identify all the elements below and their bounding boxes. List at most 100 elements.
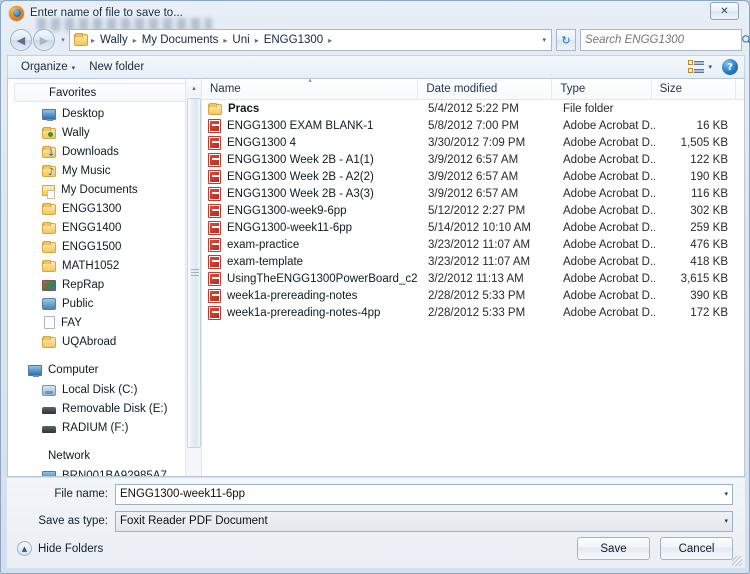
- file-name-label: Pracs: [228, 102, 260, 115]
- file-size-cell: 172 KB: [690, 306, 728, 319]
- sidebar-item-removable-disk-e[interactable]: Removable Disk (E:): [8, 399, 201, 418]
- help-icon[interactable]: ?: [722, 59, 738, 75]
- search-input[interactable]: [585, 34, 741, 46]
- recent-locations-button[interactable]: ▾: [57, 36, 69, 44]
- file-name-cell: ENGG1300 EXAM BLANK-1: [202, 118, 420, 133]
- table-row[interactable]: Pracs 5/4/2012 5:22 PM File folder: [202, 100, 744, 117]
- sidebar-item-wally[interactable]: Wally: [8, 123, 201, 142]
- network-computer-icon: [42, 471, 56, 476]
- back-button[interactable]: ◀: [10, 29, 32, 51]
- folder-icon: [42, 222, 56, 234]
- search-box[interactable]: [580, 29, 750, 51]
- pdf-icon: [208, 186, 221, 201]
- scroll-up-arrow-icon[interactable]: ▴: [186, 79, 201, 96]
- file-name-label: ENGG1300 4: [227, 136, 297, 149]
- chevron-down-icon[interactable]: ▾: [718, 490, 728, 498]
- table-row[interactable]: week1a-prereading-notes 2/28/2012 5:33 PM…: [202, 287, 744, 304]
- table-row[interactable]: ENGG1300-week9-6pp 5/12/2012 2:27 PM Adobe…: [202, 202, 744, 219]
- sidebar-item-label: BRN001BA92985A7: [62, 469, 167, 477]
- breadcrumb-separator: ▸: [254, 35, 259, 45]
- file-size-cell: 116 KB: [691, 187, 728, 200]
- savetype-select[interactable]: Foxit Reader PDF Document ▾: [115, 510, 733, 532]
- filename-row: File name: ENGG1300-week11-6pp ▾: [7, 483, 745, 505]
- removable-drive-icon: [42, 426, 56, 433]
- file-type-cell: Adobe Acrobat D...: [563, 272, 655, 285]
- save-button[interactable]: Save: [577, 537, 650, 560]
- savetype-value: Foxit Reader PDF Document: [120, 515, 268, 527]
- resize-grip[interactable]: [732, 556, 742, 566]
- sidebar-item-label: RADIUM (F:): [62, 421, 129, 434]
- sidebar-item-engg1400[interactable]: ENGG1400: [8, 218, 201, 237]
- sidebar-group-favorites[interactable]: Favorites: [14, 83, 187, 102]
- breadcrumb-item-my-documents[interactable]: My Documents: [140, 34, 221, 46]
- sidebar-item-label: Local Disk (C:): [62, 383, 138, 396]
- pdf-icon: [208, 254, 221, 269]
- sidebar-item-downloads[interactable]: Downloads: [8, 142, 201, 161]
- table-row[interactable]: ENGG1300-week11-6pp 5/14/2012 10:10 AM Ado…: [202, 219, 744, 236]
- pdf-icon: [208, 135, 221, 150]
- sidebar-item-label: Desktop: [62, 107, 105, 120]
- downloads-folder-icon: [42, 146, 56, 159]
- sidebar-item-desktop[interactable]: Desktop: [8, 104, 201, 123]
- organize-button[interactable]: Organize ▾: [14, 58, 82, 76]
- sidebar-item-brn001ba92985a7[interactable]: BRN001BA92985A7: [8, 466, 201, 476]
- table-row[interactable]: week1a-prereading-notes-4pp 2/28/2012 5:3…: [202, 304, 744, 321]
- hide-folders-button[interactable]: ▲ Hide Folders: [17, 541, 103, 556]
- breadcrumb-item-uni[interactable]: Uni: [230, 34, 251, 46]
- chevron-down-icon[interactable]: ▾: [718, 517, 728, 525]
- chevron-down-icon[interactable]: ▾: [542, 36, 546, 44]
- table-row[interactable]: ENGG1300 EXAM BLANK-1 5/8/2012 7:00 PM Ado…: [202, 117, 744, 134]
- table-row[interactable]: ENGG1300 4 3/30/2012 7:09 PM Adobe Acrobat…: [202, 134, 744, 151]
- column-header-type[interactable]: Type: [552, 79, 652, 100]
- sidebar-item-my-music[interactable]: My Music: [8, 161, 201, 180]
- sidebar-scrollbar-thumb[interactable]: [187, 98, 201, 448]
- sidebar-group-computer[interactable]: Computer: [8, 360, 201, 379]
- forward-button[interactable]: ▶: [33, 29, 55, 51]
- sidebar-item-fay[interactable]: FAY: [8, 313, 201, 332]
- table-row[interactable]: ENGG1300 Week 2B - A2(2) 3/9/2012 6:57 AM…: [202, 168, 744, 185]
- table-row[interactable]: ENGG1300 Week 2B - A3(3) 3/9/2012 6:57 AM…: [202, 185, 744, 202]
- new-folder-button[interactable]: New folder: [82, 58, 151, 76]
- navigation-pane-list: Favorites Desktop Wally Downloads My Music My…: [8, 79, 201, 476]
- sidebar-item-label: ENGG1500: [62, 240, 122, 253]
- savetype-label: Save as type:: [38, 515, 108, 527]
- table-row[interactable]: ENGG1300 Week 2B - A1(1) 3/9/2012 6:57 AM…: [202, 151, 744, 168]
- command-toolbar: Organize ▾ New folder ▾ ?: [7, 55, 745, 79]
- file-size-cell: 16 KB: [696, 119, 728, 132]
- file-type-cell: Adobe Acrobat D...: [563, 204, 655, 217]
- breadcrumb-item-wally[interactable]: Wally: [98, 34, 130, 46]
- file-name-label: ENGG1300-week11-6pp: [227, 221, 353, 234]
- sidebar-item-local-disk-c[interactable]: Local Disk (C:): [8, 380, 201, 399]
- sidebar-item-reprap[interactable]: RepRap: [8, 275, 201, 294]
- file-name-label: exam-practice: [227, 238, 300, 251]
- cancel-button[interactable]: Cancel: [660, 537, 733, 560]
- sidebar-group-network[interactable]: Network: [8, 446, 201, 465]
- column-header-size[interactable]: Size: [652, 79, 736, 100]
- sidebar-scrollbar[interactable]: ▴ ▾: [185, 79, 201, 476]
- folder-icon: [208, 103, 222, 115]
- refresh-icon[interactable]: ↻: [556, 29, 576, 51]
- address-bar[interactable]: ▸ Wally ▸ My Documents ▸ Uni ▸ ENGG1300 …: [69, 29, 552, 51]
- sidebar-item-my-documents[interactable]: My Documents: [8, 180, 201, 199]
- column-header-name[interactable]: ▴ Name: [202, 79, 419, 100]
- table-row[interactable]: exam-practice 3/23/2012 11:07 AM Adobe Acr…: [202, 236, 744, 253]
- change-view-icon[interactable]: [688, 60, 705, 74]
- table-row[interactable]: UsingTheENGG1300PowerBoard_c2 3/2/2012 11…: [202, 270, 744, 287]
- file-name-cell: ENGG1300 Week 2B - A1(1): [202, 152, 420, 167]
- sidebar-item-engg1300[interactable]: ENGG1300: [8, 199, 201, 218]
- pdf-icon: [208, 203, 221, 218]
- sidebar-item-engg1500[interactable]: ENGG1500: [8, 237, 201, 256]
- view-chevron-down-icon[interactable]: ▾: [708, 63, 712, 71]
- column-header-date-modified[interactable]: Date modified: [418, 79, 553, 100]
- sidebar-item-public[interactable]: Public: [8, 294, 201, 313]
- table-row[interactable]: exam-template 3/23/2012 11:07 AM Adobe Acr…: [202, 253, 744, 270]
- sidebar-item-radium-f[interactable]: RADIUM (F:): [8, 418, 201, 437]
- breadcrumb-item-engg1300[interactable]: ENGG1300: [262, 34, 325, 46]
- sidebar-item-math1052[interactable]: MATH1052: [8, 256, 201, 275]
- close-button[interactable]: ✕: [710, 2, 739, 20]
- sidebar-item-uqabroad[interactable]: UQAbroad: [8, 332, 201, 351]
- filename-field[interactable]: ENGG1300-week11-6pp ▾: [115, 483, 733, 505]
- hide-folders-label: Hide Folders: [38, 542, 104, 555]
